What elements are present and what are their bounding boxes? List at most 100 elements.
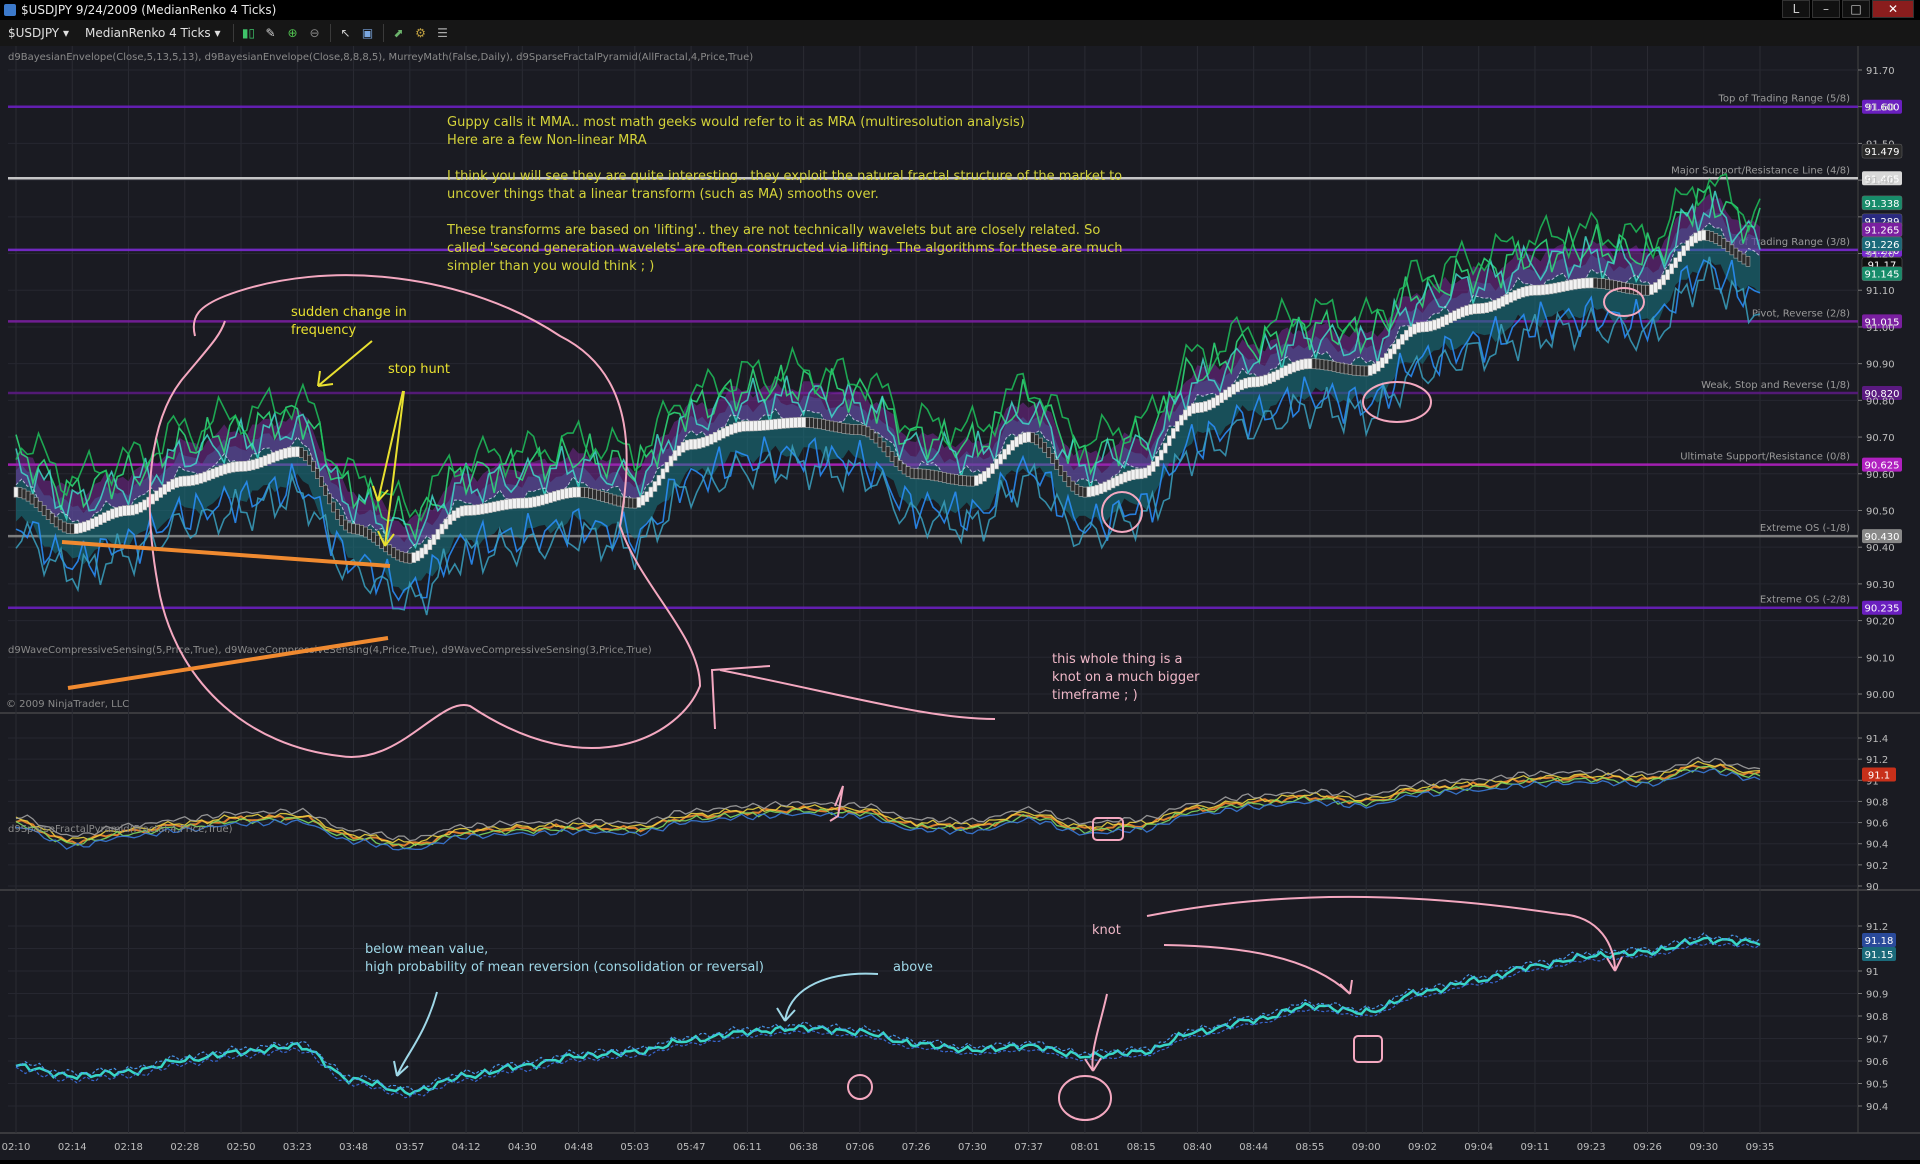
renko-brick bbox=[1183, 409, 1188, 421]
x-tick-label: 02:18 bbox=[114, 1142, 143, 1153]
drawing-tool-icon[interactable]: ✎ bbox=[263, 25, 279, 41]
renko-brick bbox=[660, 468, 666, 480]
bar-style-icon[interactable]: ▮▯ bbox=[241, 25, 257, 41]
window-controls: L – □ ✕ bbox=[1782, 0, 1914, 18]
renko-brick bbox=[1303, 358, 1309, 370]
close-button[interactable]: ✕ bbox=[1872, 0, 1914, 18]
renko-brick bbox=[114, 507, 119, 518]
renko-brick bbox=[230, 461, 236, 473]
renko-brick bbox=[331, 501, 336, 513]
renko-brick bbox=[584, 487, 589, 498]
renko-brick bbox=[1339, 362, 1345, 374]
renko-brick bbox=[865, 426, 871, 438]
renko-brick bbox=[1472, 303, 1477, 315]
renko-brick bbox=[1231, 383, 1236, 395]
renko-brick bbox=[471, 504, 477, 516]
renko-brick bbox=[1166, 435, 1172, 447]
renko-brick bbox=[797, 417, 802, 428]
renko-brick bbox=[403, 552, 409, 564]
panel3-indicator-label: d9SparseFractalPyramid(Fractal,4,Price,T… bbox=[8, 824, 233, 835]
renko-brick bbox=[150, 493, 155, 505]
y-tick-label: 90.8 bbox=[1866, 1012, 1888, 1023]
x-tick-label: 09:30 bbox=[1689, 1142, 1718, 1153]
renko-brick bbox=[194, 474, 200, 485]
renko-brick bbox=[1436, 318, 1441, 329]
renko-brick bbox=[1046, 447, 1052, 458]
renko-brick bbox=[327, 493, 332, 505]
renko-brick bbox=[905, 466, 911, 477]
price-badge: 91.145 bbox=[1861, 266, 1903, 281]
renko-brick bbox=[596, 489, 601, 501]
y-tick-label: 90.50 bbox=[1866, 506, 1895, 517]
layout-button[interactable]: L bbox=[1782, 0, 1810, 18]
renko-brick bbox=[1158, 449, 1164, 461]
maximize-button[interactable]: □ bbox=[1842, 0, 1870, 18]
renko-brick bbox=[1480, 303, 1486, 314]
renko-brick bbox=[1215, 395, 1220, 406]
zoom-in-icon[interactable]: ⊕ bbox=[285, 25, 301, 41]
renko-brick bbox=[1279, 367, 1285, 379]
renko-brick bbox=[909, 467, 915, 479]
renko-brick bbox=[258, 456, 264, 468]
renko-brick bbox=[1110, 477, 1116, 489]
x-tick-label: 06:11 bbox=[733, 1142, 762, 1153]
renko-brick bbox=[1335, 362, 1341, 373]
renko-brick bbox=[1022, 432, 1027, 443]
zoom-out-icon[interactable]: ⊖ bbox=[307, 25, 323, 41]
renko-brick bbox=[1428, 320, 1433, 332]
renko-brick bbox=[917, 468, 923, 480]
renko-brick bbox=[29, 493, 35, 505]
properties-icon[interactable]: ☰ bbox=[435, 25, 451, 41]
renko-brick bbox=[351, 523, 356, 535]
y-tick-label: 91 bbox=[1866, 967, 1879, 978]
renko-brick bbox=[1026, 431, 1031, 443]
renko-brick bbox=[226, 462, 232, 474]
renko-brick bbox=[206, 470, 212, 481]
renko-brick bbox=[1560, 281, 1566, 292]
renko-brick bbox=[1034, 434, 1039, 446]
renko-brick bbox=[1540, 284, 1546, 296]
annotation-stop-hunt: stop hunt bbox=[388, 362, 450, 377]
renko-brick bbox=[881, 441, 887, 453]
x-tick-label: 09:11 bbox=[1521, 1142, 1550, 1153]
renko-brick bbox=[1536, 284, 1542, 296]
renko-brick bbox=[90, 518, 95, 529]
y-tick-label: 90.6 bbox=[1866, 1057, 1888, 1068]
badge-value: 91.1 bbox=[1868, 771, 1890, 782]
renko-brick bbox=[1544, 284, 1550, 295]
minimize-button[interactable]: – bbox=[1812, 0, 1840, 18]
renko-brick bbox=[1484, 302, 1490, 313]
renko-brick bbox=[664, 461, 670, 473]
renko-brick bbox=[829, 420, 835, 432]
x-tick-label: 07:06 bbox=[845, 1142, 874, 1153]
data-box-icon[interactable]: ▣ bbox=[360, 25, 376, 41]
renko-brick bbox=[1343, 363, 1349, 375]
indicators-icon[interactable]: ⬈ bbox=[391, 25, 407, 41]
renko-brick bbox=[1367, 365, 1373, 376]
renko-brick bbox=[286, 447, 292, 458]
renko-brick bbox=[1673, 257, 1678, 269]
renko-brick bbox=[516, 497, 521, 509]
renko-brick bbox=[1709, 231, 1715, 242]
renko-brick bbox=[1142, 467, 1148, 479]
renko-brick bbox=[427, 539, 433, 550]
renko-brick bbox=[1054, 459, 1060, 470]
renko-brick bbox=[857, 424, 863, 436]
strategies-icon[interactable]: ⚙ bbox=[413, 25, 429, 41]
y-tick-label: 90.20 bbox=[1866, 617, 1895, 628]
renko-brick bbox=[1134, 468, 1140, 480]
period-selector[interactable]: MedianRenko 4 Ticks ▾ bbox=[77, 26, 229, 40]
renko-brick bbox=[813, 417, 818, 429]
renko-brick bbox=[1504, 294, 1510, 305]
x-tick-label: 03:48 bbox=[339, 1142, 368, 1153]
x-tick-label: 08:01 bbox=[1070, 1142, 1099, 1153]
renko-brick bbox=[869, 429, 875, 440]
x-tick-label: 09:02 bbox=[1408, 1142, 1437, 1153]
renko-brick bbox=[198, 473, 204, 484]
renko-brick bbox=[1283, 365, 1289, 377]
renko-brick bbox=[696, 438, 702, 449]
renko-brick bbox=[1195, 402, 1200, 413]
instrument-selector[interactable]: $USDJPY ▾ bbox=[0, 26, 77, 40]
pointer-icon[interactable]: ↖ bbox=[338, 25, 354, 41]
chart-area[interactable]: Top of Trading Range (5/8) 91.600 Major Su… bbox=[0, 46, 1920, 1160]
